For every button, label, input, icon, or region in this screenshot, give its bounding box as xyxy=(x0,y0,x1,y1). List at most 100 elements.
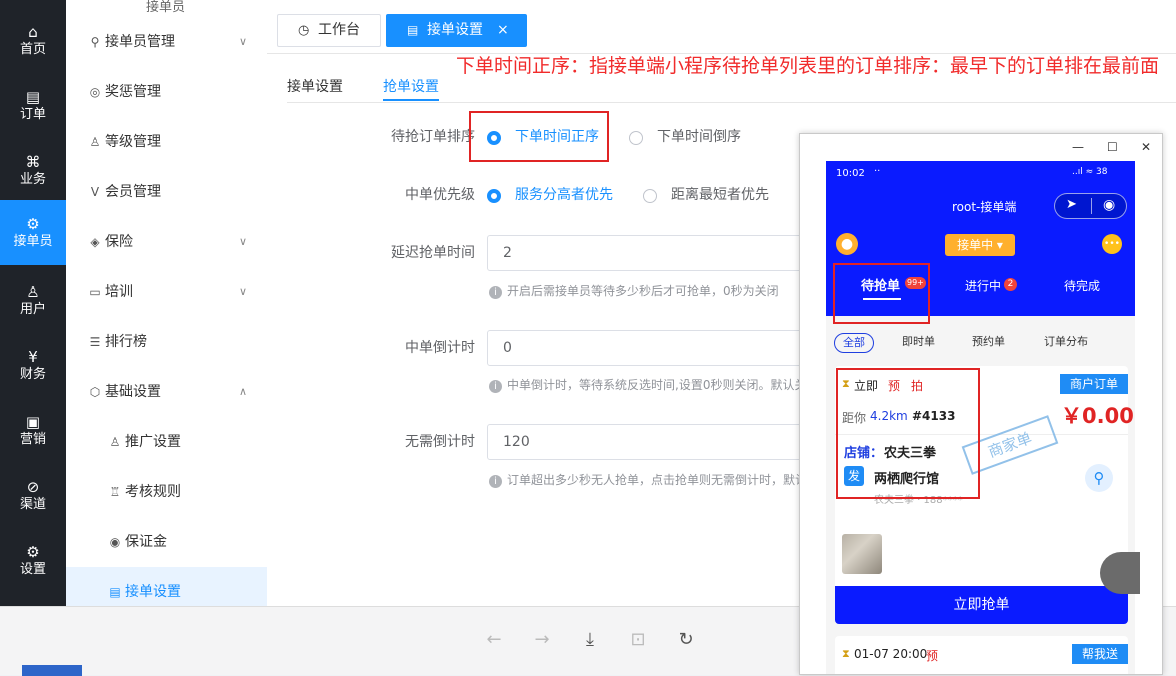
menu-item-reward[interactable]: ◎ 奖惩管理 xyxy=(66,67,267,117)
medal-icon: ◎ xyxy=(89,85,101,99)
avatar-icon[interactable]: ● xyxy=(836,233,858,255)
vip-icon: V xyxy=(90,185,100,199)
capsule-divider xyxy=(1091,198,1092,214)
tab-in-progress[interactable]: 进行中 xyxy=(965,277,1001,294)
navigation-icon[interactable]: ➤ xyxy=(1066,197,1077,212)
reserve-tag: 预 xyxy=(926,649,939,663)
info-icon: i xyxy=(489,286,502,299)
maximize-icon[interactable]: ☐ xyxy=(1107,140,1118,154)
nav-item-label: 财务 xyxy=(19,367,46,382)
menu-item-basic-settings[interactable]: ⬡ 基础设置 ∧ xyxy=(66,367,267,417)
menu-item-assessment[interactable]: ♖ 考核规则 xyxy=(66,467,267,517)
priority-score-radio[interactable]: 服务分高者优先 xyxy=(487,185,617,205)
menu-item-member[interactable]: V 会员管理 xyxy=(66,167,267,217)
chip-reserved[interactable]: 预约单 xyxy=(966,333,1011,353)
order-card[interactable]: ⧗ 01-07 20:00 预 帮我送 xyxy=(835,636,1128,674)
nav-item-home[interactable]: ⌂ 首页 xyxy=(0,8,66,73)
nav-item-marketing[interactable]: ▣ 营销 xyxy=(0,398,66,463)
radio-dot xyxy=(643,189,657,203)
close-icon[interactable]: × xyxy=(497,15,509,46)
back-icon[interactable]: ← xyxy=(481,627,507,653)
countdown-input[interactable]: 0 xyxy=(487,330,827,366)
subtab-order-settings[interactable]: 接单设置 xyxy=(287,76,343,96)
menu-item-label: 会员管理 xyxy=(105,184,161,200)
nav-item-business[interactable]: ⌘ 业务 xyxy=(0,138,66,203)
target-icon[interactable]: ◉ xyxy=(1103,197,1115,213)
download-icon[interactable]: ⤓ xyxy=(577,627,603,653)
chip-all[interactable]: 全部 xyxy=(834,333,874,353)
list-icon: ☰ xyxy=(89,335,101,349)
tab-to-complete[interactable]: 待完成 xyxy=(1064,277,1100,294)
shield-icon: ◈ xyxy=(90,235,100,249)
chip-distribution[interactable]: 订单分布 xyxy=(1038,333,1094,353)
order-time: 01-07 20:00 xyxy=(854,647,928,661)
submenu-header: 接单员 xyxy=(146,0,186,15)
nav-item-settings[interactable]: ⚙ 设置 xyxy=(0,528,66,593)
location-icon[interactable]: ⚲ xyxy=(1085,464,1113,492)
screenshot-icon[interactable]: ⊡ xyxy=(625,627,651,653)
home-icon: ⌂ xyxy=(28,23,38,41)
nocount-label: 无需倒计时 xyxy=(405,434,475,450)
chip-instant[interactable]: 即时单 xyxy=(896,333,941,353)
nav-item-rider[interactable]: ⚙ 接单员 xyxy=(0,200,66,265)
clock-icon: ◷ xyxy=(298,23,310,38)
yen-icon: ¥ xyxy=(28,348,38,366)
annotation-text: 下单时间正序：指接单端小程序待抢单列表里的订单排序：最早下的订单排在最前面 xyxy=(455,55,1159,77)
minimize-icon[interactable]: — xyxy=(1072,140,1084,154)
nocount-hint: i 订单超出多少秒无人抢单，点击抢单则无需倒计时，默认 xyxy=(489,471,807,488)
menu-item-label: 基础设置 xyxy=(105,384,161,400)
nav-item-finance[interactable]: ¥ 财务 xyxy=(0,333,66,398)
menu-item-label: 保险 xyxy=(105,234,133,250)
phone-title: root-接单端 xyxy=(952,200,1017,214)
hint-text: 订单超出多少秒无人抢单，点击抢单则无需倒计时，默认 xyxy=(507,473,808,487)
radio-label: 服务分高者优先 xyxy=(515,187,613,203)
menu-item-level[interactable]: ♙ 等级管理 xyxy=(66,117,267,167)
menu-item-training[interactable]: ▭ 培训 ∨ xyxy=(66,267,267,317)
grab-order-button[interactable]: 立即抢单 xyxy=(835,586,1128,624)
chevron-down-icon: ∨ xyxy=(238,235,247,248)
nav-item-label: 订单 xyxy=(19,107,46,122)
menu-item-insurance[interactable]: ◈ 保险 ∨ xyxy=(66,217,267,267)
subtab-grab-settings[interactable]: 抢单设置 xyxy=(383,76,439,96)
tab-workbench[interactable]: ◷ 工作台 xyxy=(277,14,381,47)
message-icon[interactable]: ••• xyxy=(1102,234,1122,254)
merchant-order-tag: 商户订单 xyxy=(1059,374,1128,394)
taskbar-item xyxy=(22,665,82,676)
sort-desc-radio[interactable]: 下单时间倒序 xyxy=(629,127,749,147)
tab-label: 工作台 xyxy=(318,22,360,38)
nav-item-users[interactable]: ♙ 用户 xyxy=(0,268,66,333)
user-icon: ♙ xyxy=(26,283,40,301)
nav-item-label: 业务 xyxy=(19,172,46,187)
priority-distance-radio[interactable]: 距离最短者优先 xyxy=(643,185,773,205)
nav-item-channels[interactable]: ⊘ 渠道 xyxy=(0,463,66,528)
user-level-icon: ♙ xyxy=(89,135,101,149)
nav-item-orders[interactable]: ▤ 订单 xyxy=(0,73,66,138)
close-icon[interactable]: ✕ xyxy=(1141,140,1151,154)
forward-icon[interactable]: → xyxy=(529,627,555,653)
nocount-input[interactable]: 120 xyxy=(487,424,827,460)
menu-item-promotion[interactable]: ♙ 推广设置 xyxy=(66,417,267,467)
menu-item-label: 培训 xyxy=(105,284,133,300)
divider xyxy=(287,102,1176,103)
menu-item-deposit[interactable]: ◉ 保证金 xyxy=(66,517,267,567)
tab-order-settings[interactable]: ▤ 接单设置 × xyxy=(386,14,527,47)
hint-text: 中单倒计时，等待系统反选时间,设置0秒则关闭。默认关 xyxy=(507,378,807,392)
order-photo[interactable] xyxy=(842,534,882,574)
delay-input[interactable]: 2 xyxy=(487,235,827,271)
status-dots: ·· xyxy=(874,166,881,177)
floating-assistant[interactable] xyxy=(1100,552,1140,594)
nav-item-label: 用户 xyxy=(19,302,46,317)
status-toggle-button[interactable]: 接单中 ▾ xyxy=(945,234,1015,256)
radio-dot xyxy=(629,131,643,145)
menu-item-ranking[interactable]: ☰ 排行榜 xyxy=(66,317,267,367)
delay-label: 延迟抢单时间 xyxy=(391,245,475,261)
nav-item-label: 接单员 xyxy=(13,234,53,249)
menu-item-rider-manage[interactable]: ⚲ 接单员管理 ∨ xyxy=(66,17,267,67)
refresh-icon[interactable]: ↻ xyxy=(673,627,699,653)
deposit-icon: ◉ xyxy=(109,535,121,549)
nav-item-label: 渠道 xyxy=(19,497,46,512)
tab-label: 接单设置 xyxy=(427,22,483,38)
gear-icon: ⚙ xyxy=(26,543,40,561)
menu-item-label: 推广设置 xyxy=(125,434,181,450)
menu-item-label: 排行榜 xyxy=(105,334,147,350)
